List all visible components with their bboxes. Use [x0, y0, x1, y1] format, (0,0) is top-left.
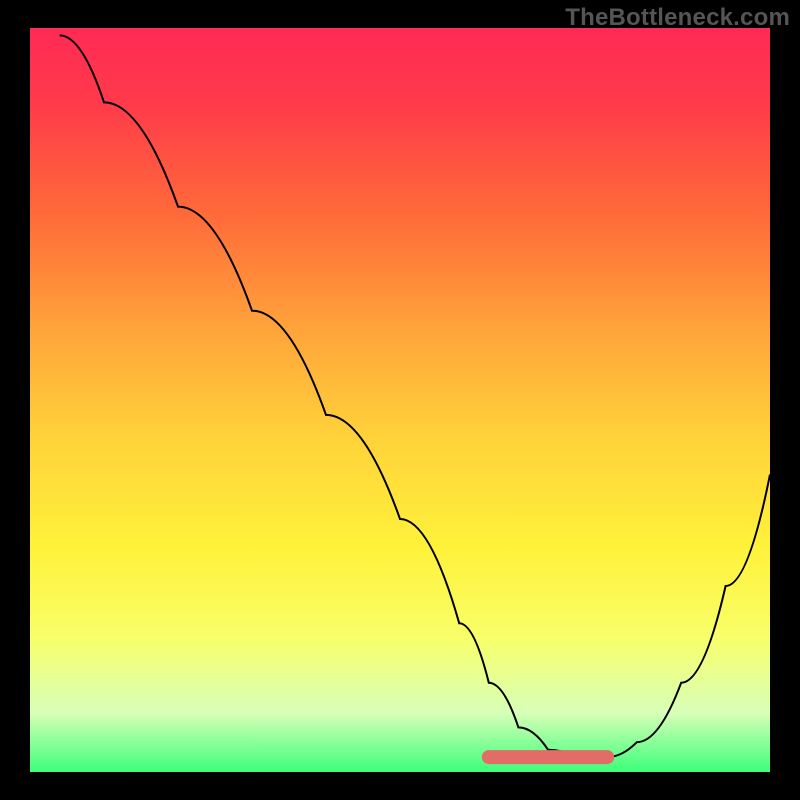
plot-area: [30, 28, 770, 772]
chart-frame: TheBottleneck.com: [0, 0, 800, 800]
chart-svg: [30, 28, 770, 772]
bottleneck-curve: [60, 35, 770, 757]
